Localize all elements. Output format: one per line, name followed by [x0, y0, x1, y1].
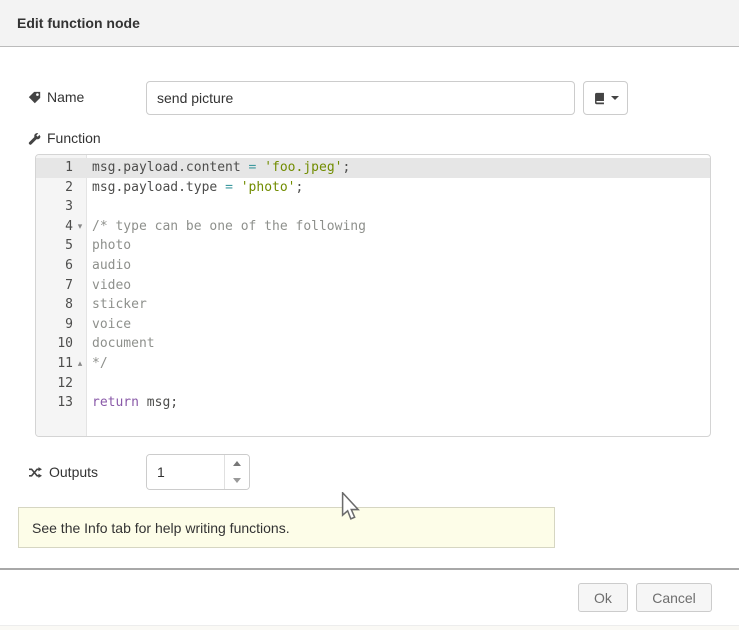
tag-icon [28, 91, 41, 104]
name-input[interactable] [146, 81, 575, 115]
code-text [87, 374, 92, 394]
footer [0, 570, 739, 625]
code-text: video [87, 276, 131, 296]
info-tip: See the Info tab for help writing functi… [18, 507, 555, 548]
arrow-down-icon [233, 478, 241, 483]
code-line-6[interactable]: 6 audio [36, 256, 710, 276]
code-line-11[interactable]: 11▴*/ [36, 354, 710, 374]
function-label-text: Function [47, 130, 101, 146]
line-number: 5 [36, 236, 73, 256]
library-button[interactable] [583, 81, 628, 115]
fold-toggle-icon[interactable]: ▴ [73, 354, 87, 374]
fold-spacer [73, 315, 87, 335]
code-line-5[interactable]: 5 photo [36, 236, 710, 256]
wrench-icon [28, 132, 41, 145]
fold-spacer [73, 236, 87, 256]
code-text: msg.payload.type = 'photo'; [87, 178, 303, 198]
code-text: voice [87, 315, 131, 335]
line-number: 2 [36, 178, 73, 198]
fold-spacer [73, 178, 87, 198]
code-line-7[interactable]: 7 video [36, 276, 710, 296]
line-number: 6 [36, 256, 73, 276]
code-line-12[interactable]: 12 [36, 374, 710, 394]
shuffle-icon [28, 466, 43, 479]
outputs-spinner [146, 454, 250, 490]
fold-spacer [73, 276, 87, 296]
info-tip-text: See the Info tab for help writing functi… [32, 520, 290, 536]
arrow-up-icon [233, 461, 241, 466]
code-line-2[interactable]: 2 msg.payload.type = 'photo'; [36, 178, 710, 198]
fold-spacer [73, 334, 87, 354]
fold-spacer [73, 393, 87, 413]
name-label: Name [28, 89, 84, 105]
fold-toggle-icon[interactable]: ▾ [73, 217, 87, 237]
function-code-editor[interactable]: 1 msg.payload.content = 'foo.jpeg'; 2 msg.p… [35, 154, 711, 437]
line-number: 7 [36, 276, 73, 296]
outputs-label-text: Outputs [49, 464, 98, 480]
outputs-label: Outputs [28, 464, 98, 480]
outputs-decrement-button[interactable] [225, 472, 249, 489]
line-number: 10 [36, 334, 73, 354]
editor-code-lines: 1 msg.payload.content = 'foo.jpeg'; 2 msg.p… [36, 155, 710, 413]
code-text: /* type can be one of the following [87, 217, 366, 237]
line-number: 3 [36, 197, 73, 217]
fold-spacer [73, 256, 87, 276]
ok-button[interactable]: Ok [578, 583, 628, 612]
code-line-9[interactable]: 9 voice [36, 315, 710, 335]
code-text: document [87, 334, 155, 354]
book-icon [593, 92, 606, 105]
name-label-text: Name [47, 89, 84, 105]
code-line-4[interactable]: 4▾/* type can be one of the following [36, 217, 710, 237]
code-text: sticker [87, 295, 147, 315]
outputs-increment-button[interactable] [225, 455, 249, 472]
line-number: 9 [36, 315, 73, 335]
dialog-header: Edit function node [0, 0, 739, 47]
fold-spacer [73, 197, 87, 217]
edit-function-node-dialog: Edit function node Name Function 1 msg.pa… [0, 0, 739, 630]
cancel-button[interactable]: Cancel [636, 583, 712, 612]
line-number: 8 [36, 295, 73, 315]
code-text: */ [87, 354, 108, 374]
code-line-1[interactable]: 1 msg.payload.content = 'foo.jpeg'; [36, 158, 710, 178]
outputs-input[interactable] [147, 455, 224, 489]
outputs-spinner-buttons [224, 455, 249, 489]
line-number: 13 [36, 393, 73, 413]
code-line-10[interactable]: 10 document [36, 334, 710, 354]
code-line-13[interactable]: 13 return msg; [36, 393, 710, 413]
dialog-bottom-edge [0, 625, 739, 630]
code-text: return msg; [87, 393, 178, 413]
fold-spacer [73, 158, 87, 178]
code-line-3[interactable]: 3 [36, 197, 710, 217]
code-text: audio [87, 256, 131, 276]
dialog-title: Edit function node [17, 15, 140, 31]
caret-down-icon [611, 96, 619, 100]
line-number: 12 [36, 374, 73, 394]
line-number: 4 [36, 217, 73, 237]
code-text: photo [87, 236, 131, 256]
fold-spacer [73, 295, 87, 315]
fold-spacer [73, 374, 87, 394]
code-text: msg.payload.content = 'foo.jpeg'; [87, 158, 350, 178]
code-line-8[interactable]: 8 sticker [36, 295, 710, 315]
line-number: 1 [36, 158, 73, 178]
line-number: 11 [36, 354, 73, 374]
code-text [87, 197, 92, 217]
function-label: Function [28, 130, 101, 146]
